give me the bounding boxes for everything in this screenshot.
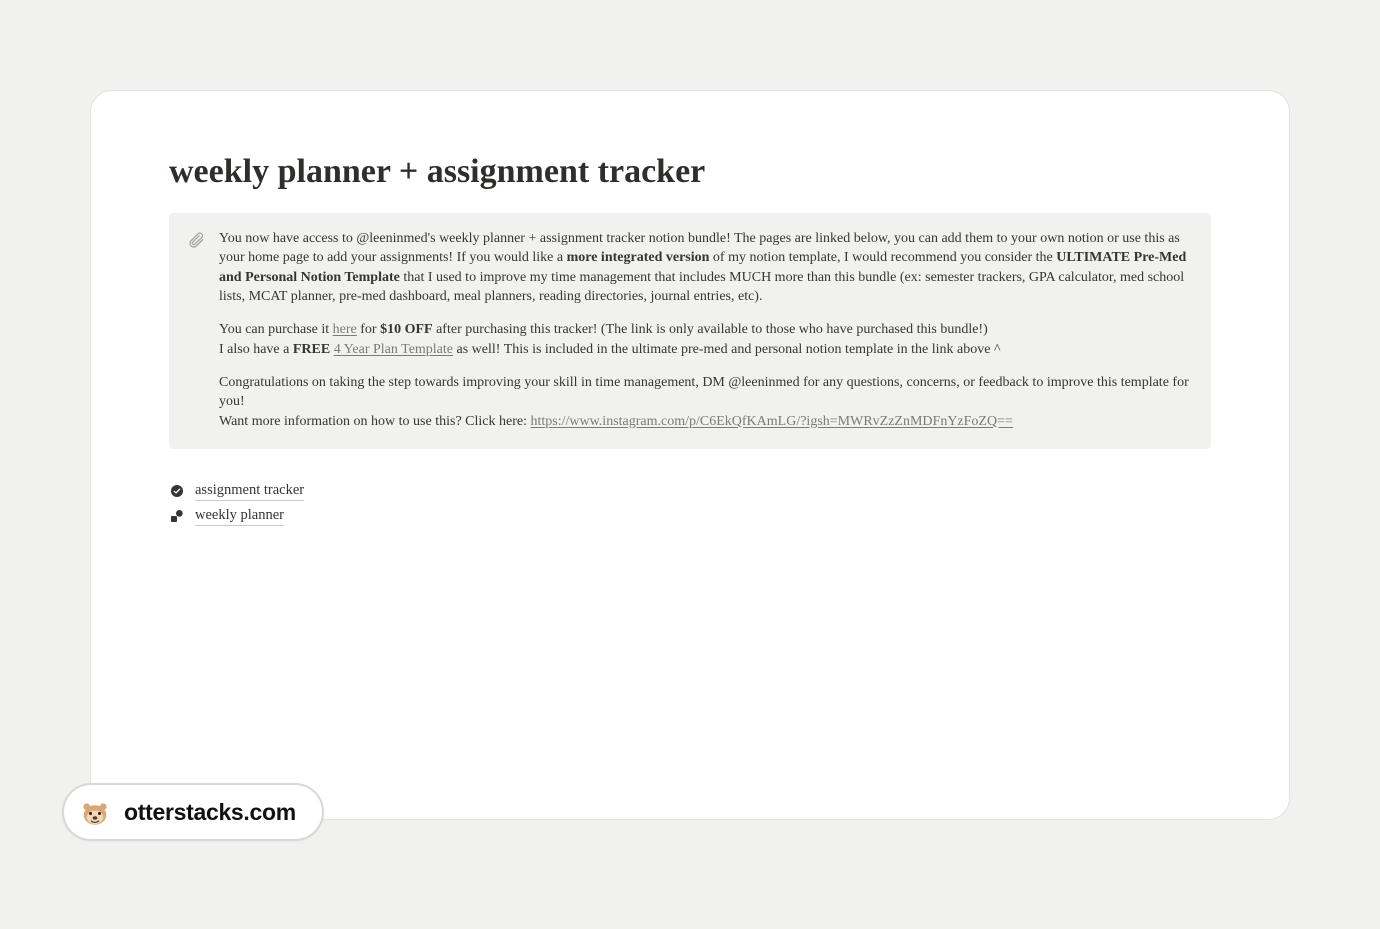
callout-paragraph-1: You now have access to @leeninmed's week…: [219, 229, 1193, 306]
link-here[interactable]: here: [333, 322, 357, 337]
page-link-label: weekly planner: [195, 507, 284, 526]
page-card: weekly planner + assignment tracker You …: [90, 90, 1290, 820]
shapes-icon: [169, 508, 185, 524]
text: as well! This is included in the ultimat…: [453, 342, 1001, 357]
watermark-pill[interactable]: otterstacks.com: [62, 783, 324, 841]
link-4-year-plan[interactable]: 4 Year Plan Template: [334, 342, 453, 357]
page-link-label: assignment tracker: [195, 482, 304, 501]
callout-paragraph-2: You can purchase it here for $10 OFF aft…: [219, 320, 1193, 339]
callout-paragraph-4: Congratulations on taking the step towar…: [219, 373, 1193, 412]
checkmark-badge-icon: [169, 483, 185, 499]
text-strong: FREE: [293, 342, 330, 357]
text: of my notion template, I would recommend…: [709, 250, 1056, 265]
text: Want more information on how to use this…: [219, 414, 530, 429]
callout-paragraph-5: Want more information on how to use this…: [219, 412, 1193, 431]
page-link-assignment-tracker[interactable]: assignment tracker: [169, 479, 1211, 504]
text-strong: more integrated version: [567, 250, 710, 265]
page-content: weekly planner + assignment tracker You …: [91, 91, 1289, 569]
otter-icon: [80, 797, 110, 827]
text: I also have a: [219, 342, 293, 357]
callout-block: You now have access to @leeninmed's week…: [169, 213, 1211, 449]
text-strong: $10 OFF: [380, 322, 433, 337]
text: for: [357, 322, 380, 337]
page-link-weekly-planner[interactable]: weekly planner: [169, 504, 1211, 529]
paperclip-icon: [187, 231, 205, 249]
callout-body: You now have access to @leeninmed's week…: [219, 229, 1193, 431]
page-title: weekly planner + assignment tracker: [169, 153, 1211, 191]
link-instagram[interactable]: https://www.instagram.com/p/C6EkQfKAmLG/…: [530, 414, 1012, 429]
text: You can purchase it: [219, 322, 333, 337]
page-links: assignment tracker weekly planner: [169, 479, 1211, 529]
callout-paragraph-3: I also have a FREE 4 Year Plan Template …: [219, 340, 1193, 359]
watermark-text: otterstacks.com: [124, 799, 296, 826]
text: after purchasing this tracker! (The link…: [433, 322, 988, 337]
